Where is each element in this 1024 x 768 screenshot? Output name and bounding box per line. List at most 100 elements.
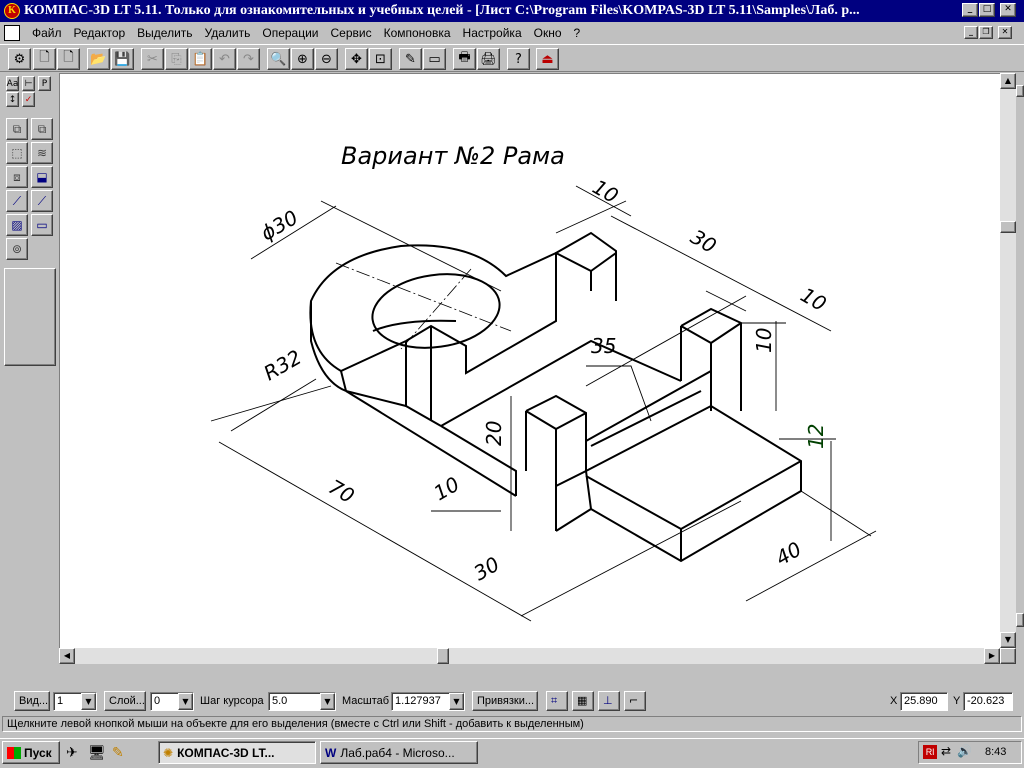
zoom-icon[interactable]: 🔍: [267, 48, 290, 70]
layer-select[interactable]: 0 ▼: [150, 692, 194, 711]
arrow-tab-icon[interactable]: ↕: [6, 92, 19, 107]
select-cycle-icon[interactable]: ⊚: [6, 238, 28, 260]
tool-panel-blank: [4, 268, 56, 366]
cursor-step-select[interactable]: 5.0 ▼: [268, 692, 336, 711]
new-sheet-icon[interactable]: 🗋: [33, 48, 56, 70]
drawing-canvas[interactable]: Вариант №2 Рама ϕ30 R32 10 30 10 10 35 2…: [59, 73, 1000, 648]
context-help-icon[interactable]: ?: [507, 48, 530, 70]
horizontal-scrollbar[interactable]: ◀ ▶: [59, 648, 1000, 664]
doc-close-button[interactable]: ✕: [998, 26, 1012, 39]
vertical-scrollbar[interactable]: ▲ ▼: [1000, 73, 1016, 648]
desktop-icon[interactable]: 🖥: [88, 745, 106, 761]
scale-label: Масштаб: [342, 695, 390, 707]
new-document-icon[interactable]: 🗋: [57, 48, 80, 70]
select-view-icon[interactable]: ⧈: [6, 166, 28, 188]
param-tab[interactable]: P: [38, 76, 51, 91]
text-tab[interactable]: Aa: [6, 76, 19, 91]
y-coordinate: -20.623: [963, 692, 1013, 711]
snaps-button[interactable]: Привязки...: [472, 691, 538, 711]
open-folder-icon[interactable]: 📂: [87, 48, 110, 70]
pan-icon[interactable]: ✥: [345, 48, 368, 70]
vertical-scroll-thumb[interactable]: [1000, 221, 1016, 233]
redo-icon[interactable]: ↷: [237, 48, 260, 70]
view-select[interactable]: 1 ▼: [53, 692, 97, 711]
menu-delete[interactable]: Удалить: [199, 26, 257, 40]
grid-icon[interactable]: ▦: [572, 691, 594, 711]
select-by-type-icon[interactable]: ⟋: [31, 190, 53, 212]
minimize-button[interactable]: _: [962, 3, 978, 17]
start-button[interactable]: Пуск: [2, 741, 60, 764]
scroll-right-icon[interactable]: ▶: [984, 648, 1000, 664]
print-preview-icon[interactable]: 🖶: [453, 48, 476, 70]
view-manager-icon[interactable]: ▭: [423, 48, 446, 70]
menu-select[interactable]: Выделить: [131, 26, 198, 40]
edit-tab-icon[interactable]: ✓: [22, 92, 35, 107]
select-segment-icon[interactable]: ⟋: [6, 190, 28, 212]
kompas-quick-icon[interactable]: ✎: [112, 745, 124, 761]
select-frame-icon[interactable]: ⬚: [6, 142, 28, 164]
save-icon[interactable]: 💾: [111, 48, 134, 70]
paste-icon[interactable]: 📋: [189, 48, 212, 70]
copy-icon[interactable]: ⎘: [165, 48, 188, 70]
document-icon[interactable]: [4, 24, 20, 41]
menu-service[interactable]: Сервис: [325, 26, 378, 40]
ortho-mode-icon[interactable]: ⌐: [624, 691, 646, 711]
outer-scroll-down-icon[interactable]: [1016, 613, 1024, 627]
horizontal-scroll-thumb[interactable]: [437, 648, 449, 664]
chevron-down-icon[interactable]: ▼: [320, 693, 335, 710]
menu-window[interactable]: Окно: [528, 26, 568, 40]
regenerate-icon[interactable]: ✎: [399, 48, 422, 70]
menu-settings[interactable]: Настройка: [457, 26, 528, 40]
view-button[interactable]: Вид...: [14, 691, 50, 711]
menu-layout[interactable]: Компоновка: [378, 26, 457, 40]
outer-scroll-up-icon[interactable]: [1016, 85, 1024, 97]
start-label: Пуск: [24, 745, 52, 760]
layer-button[interactable]: Слой...: [104, 691, 146, 711]
menu-file[interactable]: Файл: [26, 26, 68, 40]
zoom-in-icon[interactable]: ⊕: [291, 48, 314, 70]
kompas-logo-icon: K: [4, 3, 20, 19]
menu-editor[interactable]: Редактор: [68, 26, 132, 40]
tray-lang[interactable]: Rl: [923, 745, 937, 759]
chevron-down-icon[interactable]: ▼: [449, 693, 464, 710]
quick-launch-icon[interactable]: ✈: [66, 745, 78, 761]
task-word[interactable]: W Лаб.раб4 - Microso...: [320, 741, 478, 764]
select-polyline-icon[interactable]: ≋: [31, 142, 53, 164]
scroll-left-icon[interactable]: ◀: [59, 648, 75, 664]
exit-icon[interactable]: ⏏: [536, 48, 559, 70]
scroll-corner: [1000, 648, 1016, 664]
maximize-button[interactable]: □: [979, 3, 995, 17]
snap-grid-icon[interactable]: ⌗: [546, 691, 568, 711]
doc-minimize-button[interactable]: _: [964, 26, 978, 39]
cursor-step-value: 5.0: [272, 695, 288, 707]
doc-restore-button[interactable]: ❐: [979, 26, 993, 39]
menu-help[interactable]: ?: [568, 26, 587, 40]
close-button[interactable]: ✕: [1000, 3, 1016, 17]
cut-icon[interactable]: ✂: [141, 48, 164, 70]
print-icon[interactable]: 🖨: [477, 48, 500, 70]
scale-select[interactable]: 1.127937 ▼: [391, 692, 465, 711]
outer-vertical-scrollbar[interactable]: [1016, 73, 1024, 663]
scroll-up-icon[interactable]: ▲: [1000, 73, 1016, 89]
coordinate-system-icon[interactable]: ⊥: [598, 691, 620, 711]
undo-icon[interactable]: ↶: [213, 48, 236, 70]
task-kompas[interactable]: ✺ КОМПАС-3D LT...: [158, 741, 316, 764]
window-title: КОМПАС-3D LT 5.11. Только для ознакомите…: [24, 3, 860, 18]
volume-icon[interactable]: 🔊: [957, 744, 972, 758]
select-object-icon[interactable]: ⬓: [31, 166, 53, 188]
chevron-down-icon[interactable]: ▼: [178, 693, 193, 710]
network-icon[interactable]: ⇄: [941, 744, 951, 758]
menu-operations[interactable]: Операции: [256, 26, 324, 40]
dimension-tab[interactable]: ⊢: [22, 76, 35, 91]
scroll-down-icon[interactable]: ▼: [1000, 632, 1016, 648]
select-layer-icon[interactable]: ⧉: [31, 118, 53, 140]
zoom-out-icon[interactable]: ⊖: [315, 48, 338, 70]
select-layer-filter-icon[interactable]: ▭: [31, 214, 53, 236]
settings-icon[interactable]: ⚙: [8, 48, 31, 70]
select-hatch-icon[interactable]: ▨: [6, 214, 28, 236]
chevron-down-icon[interactable]: ▼: [81, 693, 96, 710]
clock[interactable]: 8:43: [985, 746, 1006, 758]
select-all-icon[interactable]: ⧉: [6, 118, 28, 140]
zoom-all-icon[interactable]: ⊡: [369, 48, 392, 70]
drawing-title: Вариант №2 Рама: [341, 142, 565, 170]
